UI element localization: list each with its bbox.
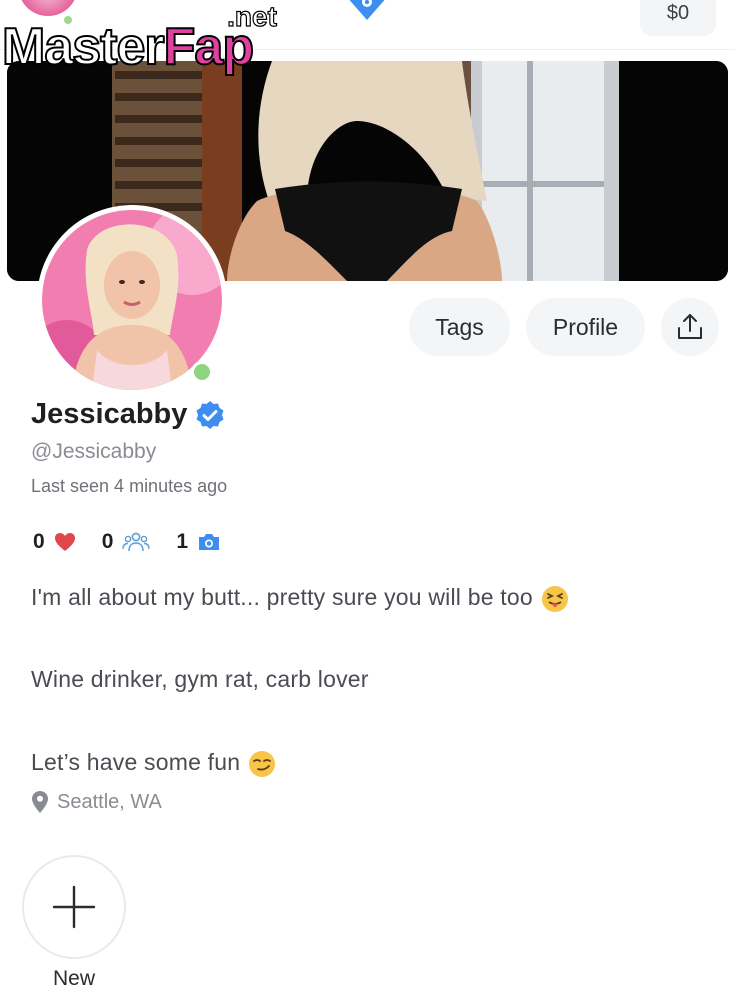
share-button[interactable]	[661, 298, 719, 356]
wallet-balance[interactable]: $0	[640, 0, 716, 36]
home-logo-icon[interactable]	[342, 0, 392, 26]
new-story-button[interactable]	[22, 855, 126, 959]
smirking-face-emoji-icon	[249, 750, 276, 777]
fans-count: 0	[101, 530, 114, 553]
bio-line: Wine drinker, gym rat, carb lover	[31, 666, 369, 692]
people-icon	[122, 532, 151, 552]
camera-icon	[199, 534, 220, 550]
last-seen-status: Last seen 4 minutes ago	[31, 476, 228, 496]
heart-icon	[54, 533, 75, 551]
tags-button[interactable]: Tags	[409, 298, 510, 356]
verified-badge-icon	[196, 400, 224, 429]
plus-icon	[52, 885, 96, 929]
bio-text: I'm all about my butt... pretty sure you…	[31, 584, 533, 610]
bio-line: I'm all about my butt... pretty sure you…	[31, 584, 569, 613]
squinting-tongue-emoji-icon	[541, 585, 568, 612]
watermark-brand-right: Fap	[164, 18, 253, 76]
media-count: 1	[176, 530, 189, 553]
bio-line: Let’s have some fun	[31, 749, 276, 778]
svg-text:MasterFap: MasterFap	[2, 18, 253, 76]
likes-stat[interactable]: 0	[33, 530, 76, 554]
display-name: Jessicabby	[31, 398, 188, 430]
online-status-indicator	[191, 361, 213, 383]
profile-button[interactable]: Profile	[526, 298, 645, 356]
likes-count: 0	[33, 530, 45, 553]
media-stat[interactable]: 1	[176, 530, 221, 554]
profile-stats: 0 0 1	[33, 530, 247, 554]
bio-text: Let’s have some fun	[31, 749, 241, 775]
fans-stat[interactable]: 0	[102, 530, 151, 554]
new-story-label: New	[52, 967, 95, 990]
username-handle: @Jessicabby	[31, 440, 157, 463]
site-watermark: .net MasterFap	[2, 2, 277, 77]
location: Seattle, WA	[31, 790, 162, 814]
location-text: Seattle, WA	[57, 790, 162, 813]
watermark-brand-left: Master	[2, 18, 164, 76]
share-upload-icon	[678, 314, 702, 339]
name-row: Jessicabby	[31, 398, 226, 431]
map-pin-icon	[32, 791, 48, 813]
